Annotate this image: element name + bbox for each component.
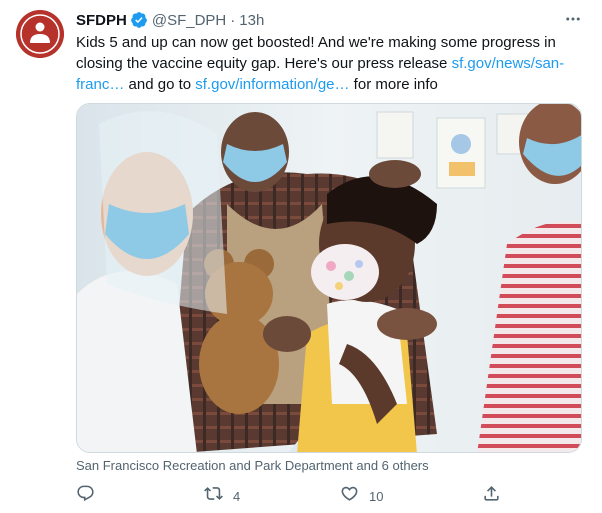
tweet-text: Kids 5 and up can now get boosted! And w… (76, 32, 588, 95)
separator-dot: · (230, 11, 236, 29)
tweet-text-line-2: closing the vaccine equity gap. Here's o… (76, 53, 588, 74)
retweet-button[interactable]: 4 (204, 484, 240, 508)
share-icon (482, 484, 501, 508)
tweet-text-line-1: Kids 5 and up can now get boosted! And w… (76, 34, 556, 51)
timestamp[interactable]: 13h (239, 12, 264, 29)
tweet-text-segment: for more info (349, 76, 438, 93)
info-link[interactable]: sf.gov/information/ge… (195, 76, 349, 93)
tweet-text-line-3: franc… and go to sf.gov/information/ge… … (76, 74, 588, 95)
more-options-icon[interactable] (560, 8, 586, 30)
action-bar: 4 10 (76, 484, 588, 508)
press-release-link[interactable]: sf.gov/news/san- (452, 55, 565, 72)
press-release-link-continued[interactable]: franc… (76, 76, 124, 93)
reply-button[interactable] (76, 484, 95, 508)
heart-icon (340, 484, 359, 508)
verified-badge-icon (130, 11, 148, 29)
share-button[interactable] (482, 484, 501, 508)
tweet-header: SFDPH @SF_DPH · 13h (76, 10, 264, 30)
tweet-text-segment: closing the vaccine equity gap. Here's o… (76, 55, 452, 72)
tagged-accounts[interactable]: San Francisco Recreation and Park Depart… (76, 458, 429, 473)
tweet-photo[interactable] (76, 103, 582, 453)
avatar[interactable] (16, 10, 64, 58)
like-button[interactable]: 10 (340, 484, 383, 508)
author-handle[interactable]: @SF_DPH (152, 12, 226, 29)
display-name[interactable]: SFDPH (76, 12, 127, 29)
like-count: 10 (369, 488, 384, 504)
tweet: SFDPH @SF_DPH · 13h Kids 5 and up can no… (0, 0, 602, 513)
retweet-icon (204, 484, 223, 508)
retweet-count: 4 (233, 488, 241, 504)
reply-icon (76, 484, 95, 508)
tweet-text-segment: and go to (124, 76, 196, 93)
